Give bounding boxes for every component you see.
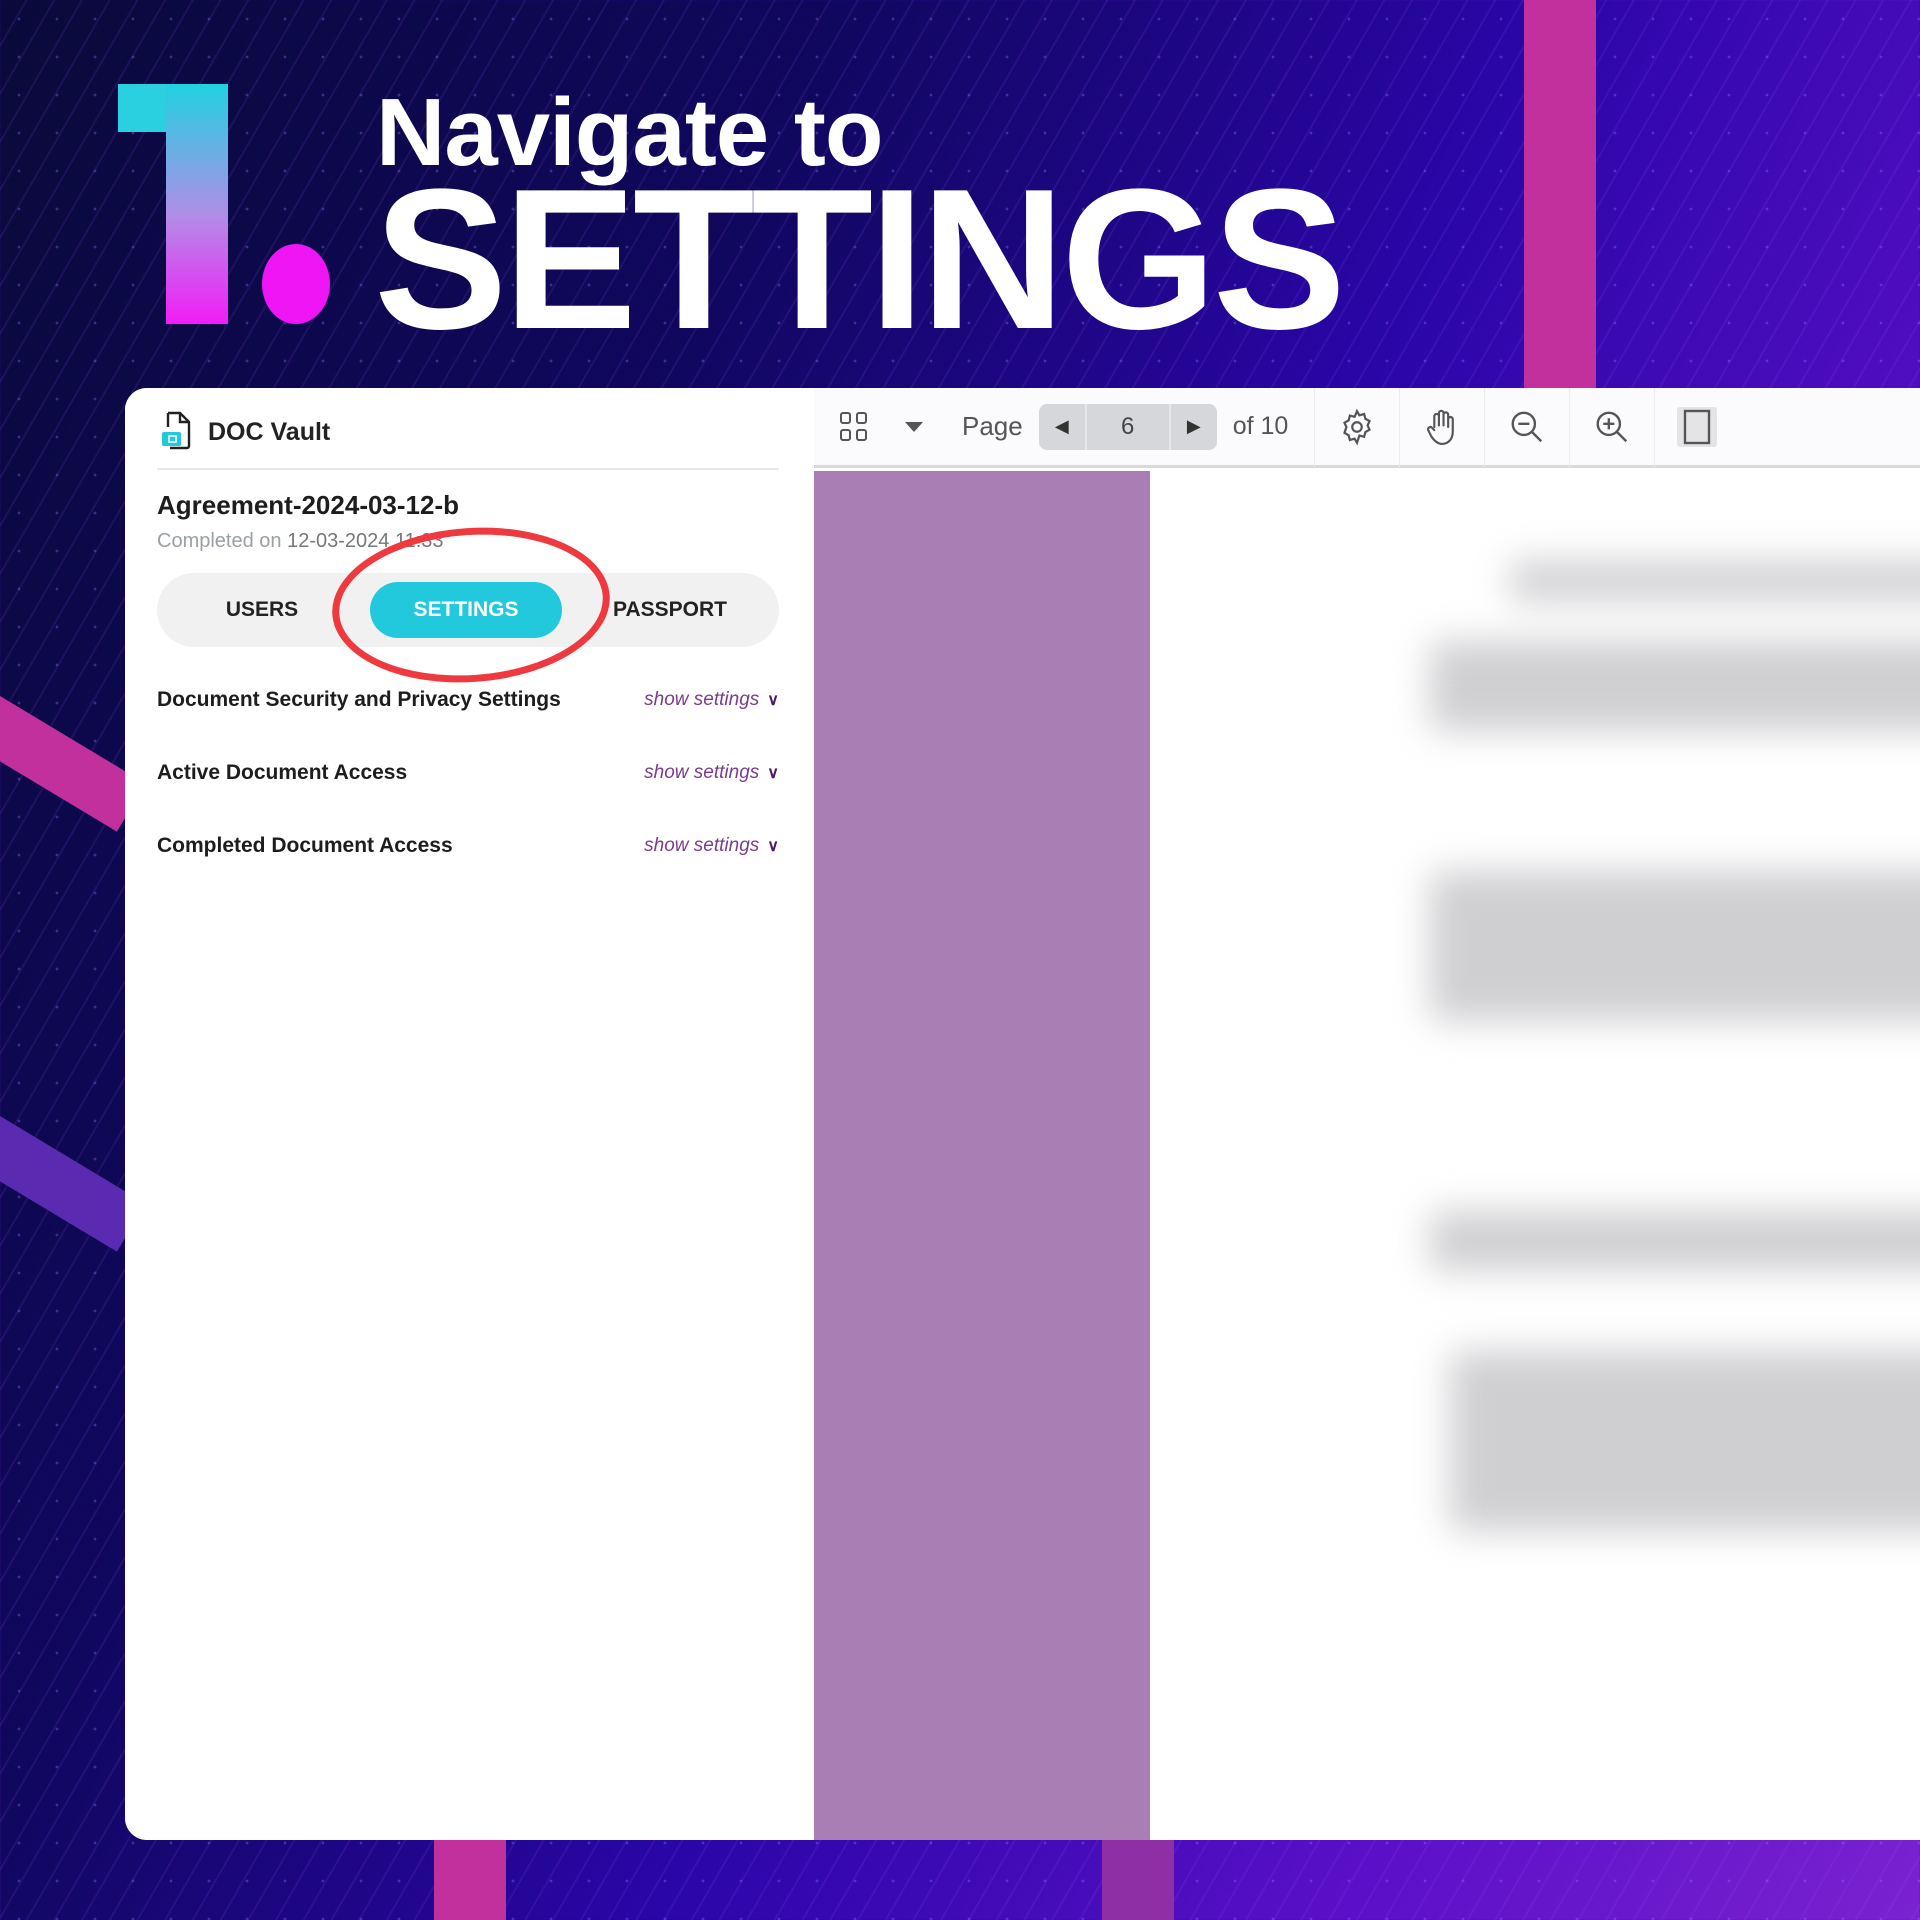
chevron-down-icon: ∨ bbox=[767, 838, 779, 855]
single-page-view-icon[interactable] bbox=[1655, 405, 1739, 449]
section-active-access: Active Document Access show settings ∨ bbox=[157, 761, 779, 785]
document-viewer: Page ◀ 6 ▶ of 10 bbox=[814, 388, 1920, 1840]
total-pages: of 10 bbox=[1232, 412, 1289, 440]
document-page bbox=[1150, 471, 1920, 1840]
document-name: Agreement-2024-03-12-b bbox=[157, 490, 460, 520]
prev-page-icon[interactable]: ◀ bbox=[1039, 404, 1085, 450]
decor-diagonal bbox=[0, 660, 146, 832]
sidebar: DOC Vault Agreement-2024-03-12-b Complet… bbox=[125, 388, 814, 1840]
completed-label: Completed on bbox=[157, 530, 282, 552]
page-navigator: ◀ 6 ▶ bbox=[1038, 403, 1217, 450]
dropdown-icon[interactable] bbox=[894, 421, 934, 432]
section-security-privacy: Document Security and Privacy Settings s… bbox=[157, 688, 779, 712]
divider bbox=[157, 468, 779, 470]
blurred-content bbox=[1450, 1351, 1920, 1531]
zoom-in-icon[interactable] bbox=[1570, 408, 1654, 446]
thumbnail-panel bbox=[814, 471, 1150, 1840]
tab-users[interactable]: USERS bbox=[177, 582, 347, 638]
viewer-toolbar: Page ◀ 6 ▶ of 10 bbox=[814, 388, 1920, 468]
document-vault-icon bbox=[160, 410, 194, 455]
link-label: show settings bbox=[644, 835, 760, 856]
decor-diagonal bbox=[0, 1080, 146, 1252]
link-label: show settings bbox=[644, 762, 760, 783]
show-settings-link[interactable]: show settings ∨ bbox=[644, 762, 779, 784]
heading-line2: SETTINGS bbox=[374, 148, 1346, 371]
decor-bar bbox=[434, 1838, 506, 1920]
brand-name: DOC Vault bbox=[208, 418, 331, 446]
section-title: Completed Document Access bbox=[157, 834, 453, 857]
blurred-content bbox=[1430, 641, 1920, 731]
show-settings-link[interactable]: show settings ∨ bbox=[644, 689, 779, 711]
section-completed-access: Completed Document Access show settings ∨ bbox=[157, 834, 779, 858]
app-window: DOC Vault Agreement-2024-03-12-b Complet… bbox=[125, 388, 1920, 1840]
section-title: Active Document Access bbox=[157, 761, 408, 784]
brand: DOC Vault bbox=[160, 410, 330, 455]
next-page-icon[interactable]: ▶ bbox=[1171, 404, 1217, 450]
hand-pan-icon[interactable] bbox=[1400, 407, 1484, 447]
page-number-input[interactable]: 6 bbox=[1084, 403, 1171, 450]
step-number bbox=[118, 84, 228, 324]
blurred-content bbox=[1510, 561, 1920, 601]
show-settings-link[interactable]: show settings ∨ bbox=[644, 835, 779, 857]
decor-bar bbox=[1102, 1838, 1174, 1920]
decor-bar bbox=[1524, 0, 1596, 390]
page-label: Page bbox=[962, 411, 1023, 441]
chevron-down-icon: ∨ bbox=[767, 692, 779, 709]
step-number-dot bbox=[262, 244, 330, 324]
chevron-down-icon: ∨ bbox=[767, 765, 779, 782]
gear-icon[interactable] bbox=[1315, 408, 1399, 446]
thumbnails-icon[interactable] bbox=[814, 410, 894, 444]
blurred-content bbox=[1430, 1211, 1920, 1271]
blurred-content bbox=[1430, 871, 1920, 1021]
zoom-out-icon[interactable] bbox=[1485, 408, 1569, 446]
link-label: show settings bbox=[644, 689, 760, 710]
section-title: Document Security and Privacy Settings bbox=[157, 688, 561, 711]
